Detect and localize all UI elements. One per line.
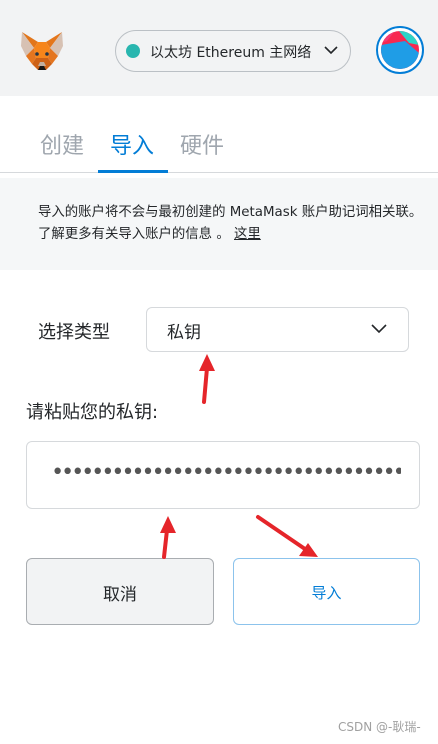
select-value: 私钥 [167,323,201,343]
annotation-arrows [160,354,318,559]
import-type-select[interactable]: 私钥 [146,307,409,352]
notice-message: 导入的账户将不会与最初创建的 MetaMask 账户助记词相关联。了解更多有关导… [38,205,423,242]
chevron-down-icon [371,324,387,334]
watermark: CSDN @-耿瑞- [338,720,421,734]
app-header: 以太坊 Ethereum 主网络 [0,0,438,96]
import-notice: 导入的账户将不会与最初创建的 MetaMask 账户助记词相关联。了解更多有关导… [0,178,438,270]
arrow-to-import-icon [256,515,318,557]
chevron-down-icon [324,46,338,55]
account-identicon [381,31,419,69]
active-tab-indicator [98,170,168,173]
account-menu-button[interactable] [376,26,424,74]
import-button-label: 导入 [311,584,342,602]
notice-text: 导入的账户将不会与最初创建的 MetaMask 账户助记词相关联。了解更多有关导… [38,202,428,246]
private-key-label: 请粘贴您的私钥: [26,402,159,423]
metamask-fox-icon[interactable] [18,26,66,74]
arrow-to-private-key-icon [160,516,176,559]
arrow-to-select-icon [199,354,215,404]
private-key-input[interactable]: ••••••••••••••••••••••••••••••••••••••••… [26,441,420,509]
import-button[interactable]: 导入 [233,558,420,625]
network-status-dot [126,44,140,58]
tab-create[interactable]: 创建 [40,128,84,160]
learn-more-link[interactable]: 这里 [234,227,261,242]
tab-import[interactable]: 导入 [110,128,154,160]
cancel-button-label: 取消 [103,585,137,605]
network-label: 以太坊 Ethereum 主网络 [150,45,312,61]
select-type-label: 选择类型 [38,322,110,343]
private-key-masked-value: ••••••••••••••••••••••••••••••••••••••••… [51,460,401,485]
network-selector[interactable]: 以太坊 Ethereum 主网络 [115,30,351,72]
cancel-button[interactable]: 取消 [26,558,214,625]
tab-hardware[interactable]: 硬件 [180,128,224,160]
tabs-divider [0,172,438,173]
